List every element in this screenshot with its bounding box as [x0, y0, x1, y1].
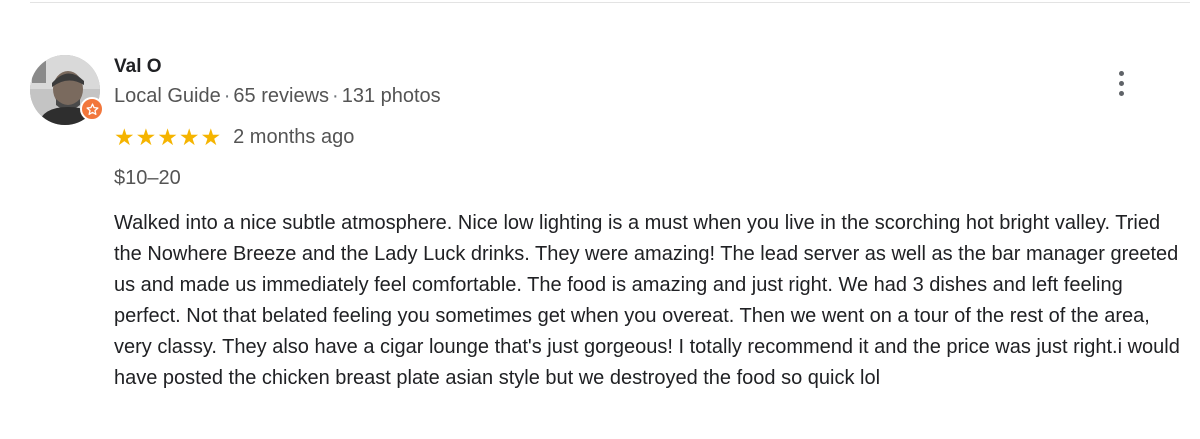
star-icon: ★: [114, 124, 135, 150]
author-avatar[interactable]: [30, 55, 104, 125]
local-guide-star-icon: [80, 97, 104, 121]
more-vert-icon: [1118, 70, 1124, 76]
more-vert-icon: [1118, 90, 1124, 96]
divider: [30, 2, 1190, 3]
star-icon: ★: [135, 124, 157, 150]
review-header: Val O Local Guide · 65 reviews · 131 photos: [114, 55, 441, 108]
reviews-count: 65 reviews: [233, 85, 330, 107]
author-name[interactable]: Val O: [114, 55, 441, 79]
star-icon: ★: [200, 124, 222, 150]
star-icon: ★: [157, 124, 178, 150]
meta-separator: ·: [332, 85, 339, 107]
review-page: Val O Local Guide · 65 reviews · 131 photos …: [0, 0, 1200, 439]
more-vert-icon: [1118, 80, 1124, 86]
review-time: 2 months ago: [233, 125, 355, 148]
star-icon: ★: [178, 124, 200, 150]
photos-count: 131 photos: [341, 85, 441, 107]
rating-row: ★ ★ ★ ★ ★ 2 months ago: [114, 123, 354, 151]
meta-separator: ·: [223, 85, 231, 107]
local-guide-label: Local Guide: [114, 85, 221, 107]
star-rating: ★ ★ ★ ★ ★: [114, 125, 221, 149]
more-options-button[interactable]: [1107, 65, 1135, 101]
author-meta: Local Guide · 65 reviews · 131 photos: [114, 84, 441, 108]
price-range: $10–20: [114, 167, 181, 189]
review-text: Walked into a nice subtle atmosphere. Ni…: [114, 212, 1180, 389]
